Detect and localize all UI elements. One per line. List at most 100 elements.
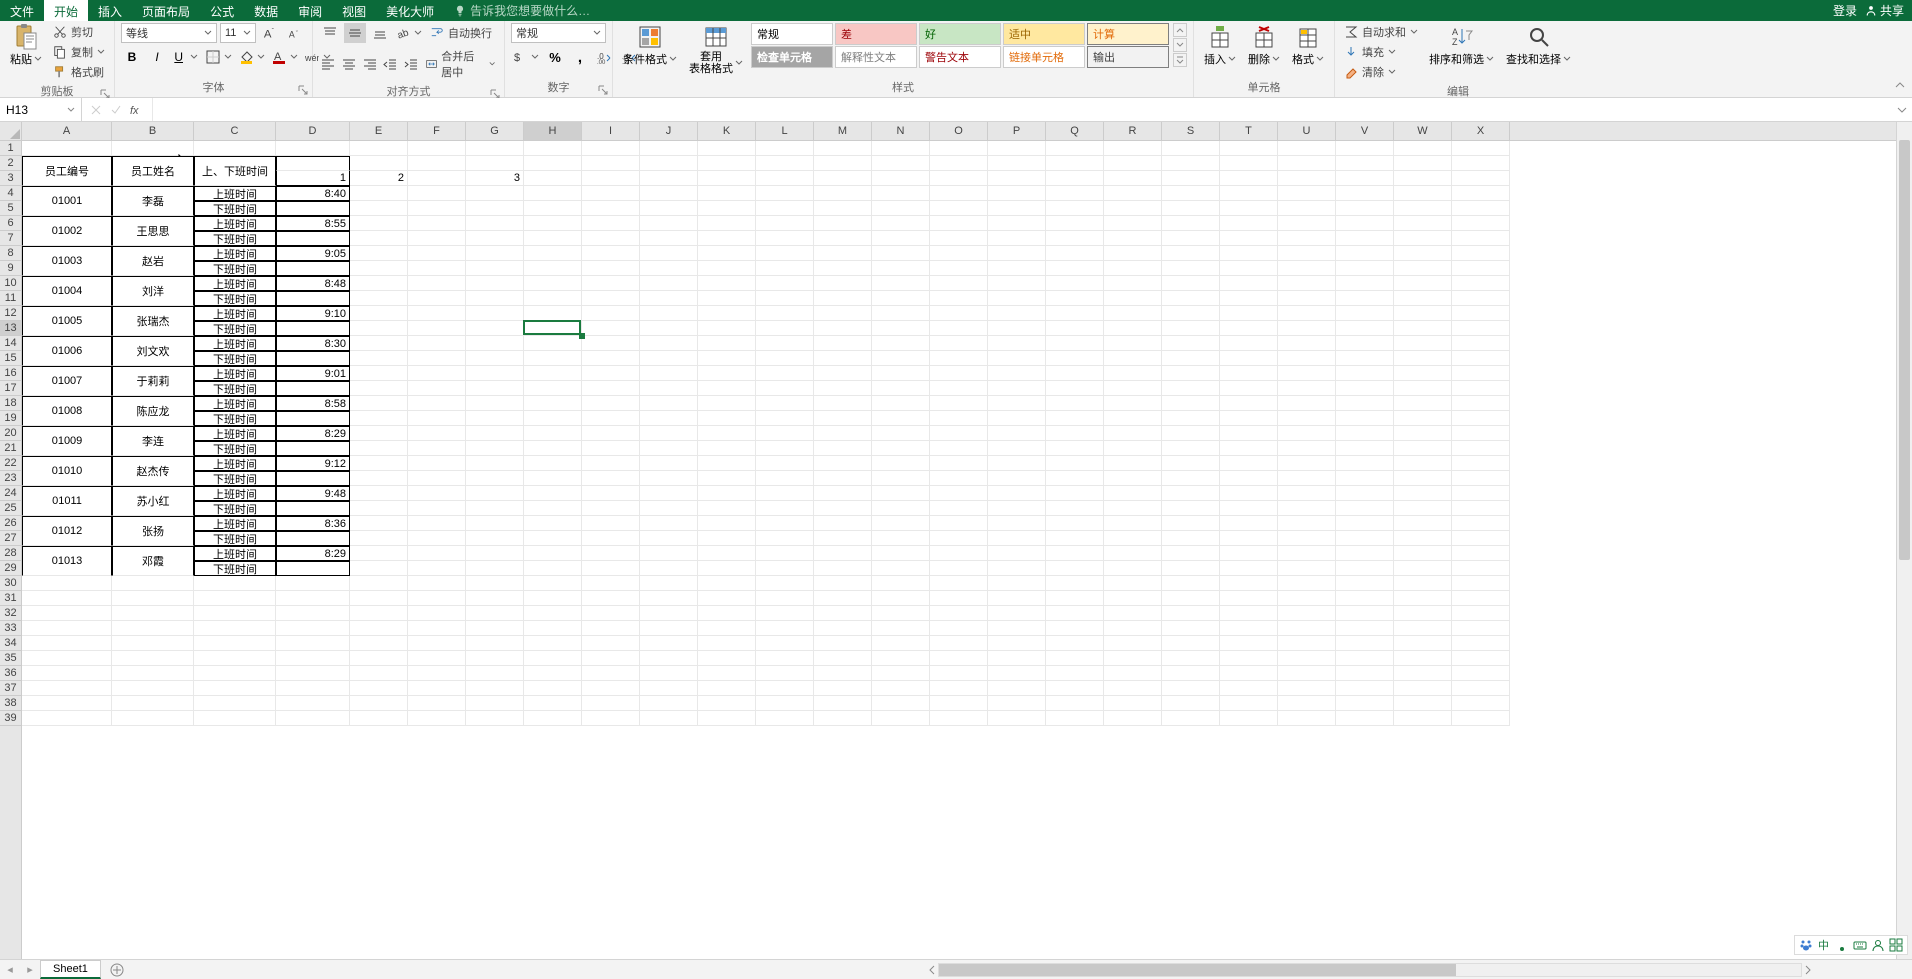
cell-M16[interactable] (814, 366, 872, 381)
cell-E38[interactable] (350, 696, 408, 711)
cell-B36[interactable] (112, 666, 194, 681)
cell-M2[interactable] (814, 156, 872, 171)
cell-L35[interactable] (756, 651, 814, 666)
cell-L32[interactable] (756, 606, 814, 621)
cell-S34[interactable] (1162, 636, 1220, 651)
cell-A20[interactable]: 01009 (22, 426, 112, 456)
cell-F19[interactable] (408, 411, 466, 426)
cell-N32[interactable] (872, 606, 930, 621)
cell-K28[interactable] (698, 546, 756, 561)
cell-O20[interactable] (930, 426, 988, 441)
cell-I30[interactable] (582, 576, 640, 591)
cell-T22[interactable] (1220, 456, 1278, 471)
cell-A4[interactable]: 01001 (22, 186, 112, 216)
cell-U11[interactable] (1278, 291, 1336, 306)
cell-X23[interactable] (1452, 471, 1510, 486)
cell-A30[interactable] (22, 576, 112, 591)
cell-F34[interactable] (408, 636, 466, 651)
cell-D37[interactable] (276, 681, 350, 696)
cell-V8[interactable] (1336, 246, 1394, 261)
expand-formula-bar-icon[interactable] (1896, 104, 1908, 116)
row-header-22[interactable]: 22 (0, 456, 21, 471)
cell-G39[interactable] (466, 711, 524, 726)
cell-L34[interactable] (756, 636, 814, 651)
cell-U25[interactable] (1278, 501, 1336, 516)
cell-W19[interactable] (1394, 411, 1452, 426)
cell-K11[interactable] (698, 291, 756, 306)
cell-R9[interactable] (1104, 261, 1162, 276)
cell-D35[interactable] (276, 651, 350, 666)
cell-B2[interactable]: 员工姓名 (112, 156, 194, 186)
cell-D15[interactable] (276, 351, 350, 366)
cell-J35[interactable] (640, 651, 698, 666)
cell-R1[interactable] (1104, 141, 1162, 156)
cell-E32[interactable] (350, 606, 408, 621)
bold-button[interactable]: B (121, 47, 143, 67)
col-header-S[interactable]: S (1162, 122, 1220, 140)
cell-Q7[interactable] (1046, 231, 1104, 246)
cell-N34[interactable] (872, 636, 930, 651)
cell-M11[interactable] (814, 291, 872, 306)
cell-R26[interactable] (1104, 516, 1162, 531)
cell-R21[interactable] (1104, 441, 1162, 456)
cell-O10[interactable] (930, 276, 988, 291)
cell-R4[interactable] (1104, 186, 1162, 201)
cell-R24[interactable] (1104, 486, 1162, 501)
cell-P3[interactable] (988, 171, 1046, 186)
cell-I38[interactable] (582, 696, 640, 711)
style-计算[interactable]: 计算 (1087, 23, 1169, 45)
collapse-ribbon-icon[interactable] (1894, 79, 1906, 91)
cell-R37[interactable] (1104, 681, 1162, 696)
cell-M38[interactable] (814, 696, 872, 711)
cell-L24[interactable] (756, 486, 814, 501)
cell-M29[interactable] (814, 561, 872, 576)
cell-N16[interactable] (872, 366, 930, 381)
cell-K1[interactable] (698, 141, 756, 156)
row-header-27[interactable]: 27 (0, 531, 21, 546)
cell-O3[interactable] (930, 171, 988, 186)
cell-O30[interactable] (930, 576, 988, 591)
cell-R34[interactable] (1104, 636, 1162, 651)
cell-B34[interactable] (112, 636, 194, 651)
row-header-25[interactable]: 25 (0, 501, 21, 516)
cell-O17[interactable] (930, 381, 988, 396)
cell-B6[interactable]: 王思思 (112, 216, 194, 246)
cell-N35[interactable] (872, 651, 930, 666)
cell-T13[interactable] (1220, 321, 1278, 336)
cell-E27[interactable] (350, 531, 408, 546)
cell-A8[interactable]: 01003 (22, 246, 112, 276)
fill-color-button[interactable] (237, 47, 267, 67)
cell-H12[interactable] (524, 306, 582, 321)
cell-E22[interactable] (350, 456, 408, 471)
cell-M18[interactable] (814, 396, 872, 411)
cell-W7[interactable] (1394, 231, 1452, 246)
cell-R25[interactable] (1104, 501, 1162, 516)
cell-H39[interactable] (524, 711, 582, 726)
cell-F15[interactable] (408, 351, 466, 366)
cell-V33[interactable] (1336, 621, 1394, 636)
cell-R13[interactable] (1104, 321, 1162, 336)
cell-B38[interactable] (112, 696, 194, 711)
cell-T11[interactable] (1220, 291, 1278, 306)
cell-N13[interactable] (872, 321, 930, 336)
cell-L19[interactable] (756, 411, 814, 426)
col-header-K[interactable]: K (698, 122, 756, 140)
cell-S22[interactable] (1162, 456, 1220, 471)
cell-H15[interactable] (524, 351, 582, 366)
format-cells-button[interactable]: 格式 (1288, 23, 1328, 69)
cell-V34[interactable] (1336, 636, 1394, 651)
cell-W10[interactable] (1394, 276, 1452, 291)
cell-K39[interactable] (698, 711, 756, 726)
cell-V19[interactable] (1336, 411, 1394, 426)
cell-K16[interactable] (698, 366, 756, 381)
cell-D6[interactable]: 8:55 (276, 216, 350, 231)
cell-S33[interactable] (1162, 621, 1220, 636)
cut-button[interactable]: 剪切 (50, 23, 108, 41)
cell-D34[interactable] (276, 636, 350, 651)
cell-V6[interactable] (1336, 216, 1394, 231)
column-headers[interactable]: ABCDEFGHIJKLMNOPQRSTUVWX (22, 122, 1896, 141)
cell-E1[interactable] (350, 141, 408, 156)
cell-V5[interactable] (1336, 201, 1394, 216)
cell-E5[interactable] (350, 201, 408, 216)
row-header-14[interactable]: 14 (0, 336, 21, 351)
